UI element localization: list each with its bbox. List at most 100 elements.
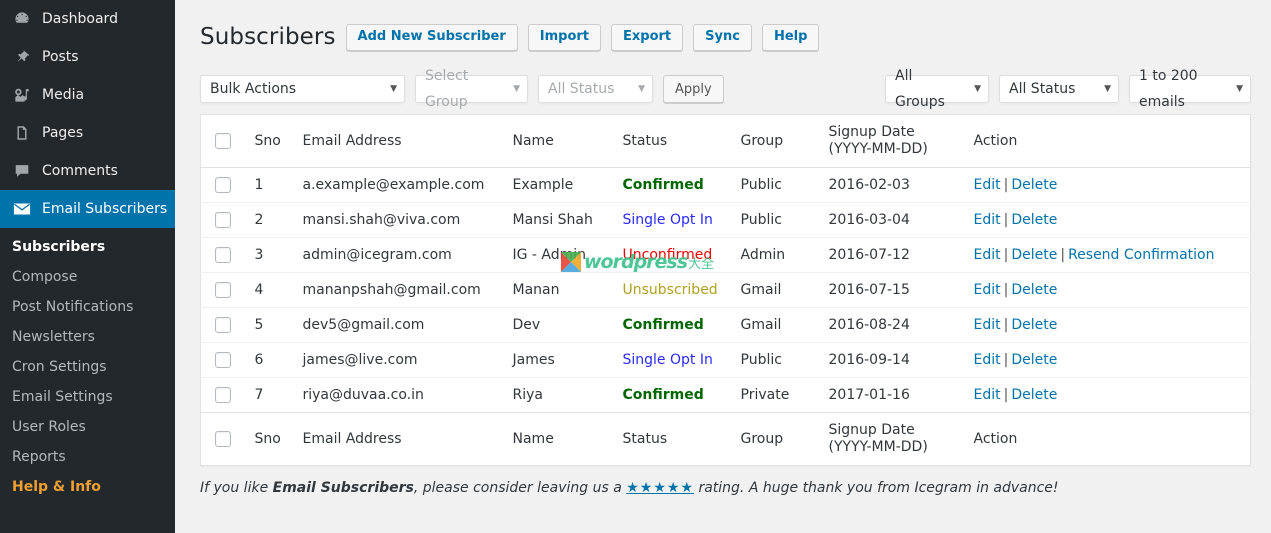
delete-link[interactable]: Delete [1011, 282, 1057, 298]
cell-action: Edit | Delete [964, 378, 1251, 413]
cell-sno: 1 [244, 167, 293, 203]
sync-button[interactable]: Sync [693, 23, 752, 51]
all-groups-value: All Groups [895, 68, 945, 110]
bulk-actions-value: Bulk Actions [210, 81, 297, 97]
sidebar-subitem-email-settings[interactable]: Email Settings [0, 382, 175, 412]
delete-link[interactable]: Delete [1011, 352, 1057, 368]
select-all-header [200, 114, 245, 168]
sidebar-item-pages[interactable]: Pages [0, 114, 175, 152]
sidebar-item-dashboard[interactable]: Dashboard [0, 0, 175, 38]
status-badge: Single Opt In [622, 212, 713, 228]
cell-action: Edit | Delete [963, 202, 1251, 238]
row-checkbox[interactable] [215, 387, 231, 403]
export-button[interactable]: Export [611, 23, 684, 51]
edit-link[interactable]: Edit [974, 387, 1001, 403]
cell-status: Confirmed [613, 378, 731, 413]
cell-status: Single Opt In [612, 342, 731, 378]
edit-link[interactable]: Edit [974, 247, 1001, 263]
rating-note-plugin-name: Email Subscribers [272, 480, 414, 496]
media-icon [12, 85, 32, 105]
delete-link[interactable]: Delete [1011, 317, 1057, 333]
cell-action: Edit | Delete | Resend Confirmation [963, 237, 1251, 273]
cell-signup-date: 2016-03-04 [818, 202, 964, 238]
cell-group: Public [730, 167, 819, 203]
sidebar-item-media[interactable]: Media [0, 76, 175, 114]
sidebar-subitem-subscribers[interactable]: Subscribers [0, 232, 175, 262]
sidebar-item-email-subscribers[interactable]: Email Subscribers [0, 190, 183, 228]
delete-link[interactable]: Delete [1011, 212, 1057, 228]
cell-group: Public [730, 202, 819, 238]
edit-link[interactable]: Edit [974, 177, 1001, 193]
col-header-email: Email Address [292, 114, 503, 168]
cell-status: Confirmed [612, 167, 731, 203]
select-status-select[interactable]: All Status ▼ [538, 75, 653, 103]
page-title: Subscribers [200, 23, 336, 50]
row-checkbox-cell [201, 378, 245, 413]
table-row: 4 mananpshah@gmail.com Manan Unsubscribed Gm… [200, 272, 1251, 308]
emails-range-select[interactable]: 1 to 200 emails ▼ [1129, 68, 1251, 110]
cell-status: Unconfirmed [612, 237, 731, 273]
table-toolbar: Bulk Actions ▼ Select Group ▼ All Status… [200, 68, 1251, 110]
row-checkbox[interactable] [215, 247, 231, 263]
row-checkbox[interactable] [215, 212, 231, 228]
sidebar-subitem-cron-settings[interactable]: Cron Settings [0, 352, 175, 382]
apply-button[interactable]: Apply [663, 75, 724, 103]
star-rating-link[interactable]: ★★★★★ [626, 480, 694, 496]
signup-date-line1: Signup Date [828, 422, 915, 438]
sidebar-subitem-reports[interactable]: Reports [0, 442, 175, 472]
table-footer-row: Sno Email Address Name Status Group Sign… [200, 412, 1251, 466]
sidebar-subitem-help-info[interactable]: Help & Info [0, 472, 175, 502]
delete-link[interactable]: Delete [1011, 387, 1057, 403]
cell-name: James [502, 342, 613, 378]
col-footer-email: Email Address [292, 412, 503, 466]
col-header-action: Action [963, 114, 1251, 168]
table-head: Sno Email Address Name Status Group Sign… [200, 114, 1251, 168]
select-all-checkbox-footer[interactable] [215, 431, 231, 447]
edit-link[interactable]: Edit [974, 282, 1001, 298]
col-footer-sno: Sno [244, 412, 293, 466]
all-groups-filter-select[interactable]: All Groups ▼ [885, 68, 989, 110]
sidebar-subitem-user-roles[interactable]: User Roles [0, 412, 175, 442]
all-status-filter-select[interactable]: All Status ▼ [999, 75, 1119, 103]
select-all-checkbox[interactable] [215, 133, 231, 149]
cell-signup-date: 2016-07-12 [818, 237, 964, 273]
row-checkbox[interactable] [215, 352, 231, 368]
row-checkbox[interactable] [215, 177, 231, 193]
table-row: 6 james@live.com James Single Opt In Public 2… [200, 342, 1251, 378]
cell-group: Private [740, 387, 790, 403]
dashboard-icon [12, 9, 32, 29]
help-button[interactable]: Help [761, 23, 820, 51]
sidebar-item-posts[interactable]: Posts [0, 38, 175, 76]
select-group-select[interactable]: Select Group ▼ [415, 68, 528, 110]
row-checkbox[interactable] [215, 317, 231, 333]
signup-date-line1: Signup Date [828, 124, 915, 140]
sidebar-subitem-post-notifications[interactable]: Post Notifications [0, 292, 175, 322]
cell-signup-date: 2016-02-03 [818, 167, 964, 203]
row-checkbox[interactable] [215, 282, 231, 298]
cell-action: Edit | Delete [963, 272, 1251, 308]
row-checkbox-cell [200, 202, 245, 238]
delete-link[interactable]: Delete [1011, 177, 1057, 193]
chevron-down-icon: ▼ [1236, 84, 1243, 94]
row-checkbox-cell [200, 307, 245, 343]
sidebar-subitem-newsletters[interactable]: Newsletters [0, 322, 175, 352]
main-content: Subscribers Add New Subscriber Import Ex… [175, 0, 1271, 533]
add-new-subscriber-button[interactable]: Add New Subscriber [345, 23, 518, 51]
table-toolbar-right: All Groups ▼ All Status ▼ 1 to 200 email… [885, 68, 1251, 110]
cell-group: Admin [730, 237, 819, 273]
status-badge: Single Opt In [622, 352, 713, 368]
import-button[interactable]: Import [527, 23, 601, 51]
col-header-status: Status [612, 114, 731, 168]
col-footer-action: Action [963, 412, 1251, 466]
cell-group: Public [730, 342, 819, 378]
bulk-actions-select[interactable]: Bulk Actions ▼ [200, 75, 405, 103]
sidebar-subitem-compose[interactable]: Compose [0, 262, 175, 292]
delete-link[interactable]: Delete [1011, 247, 1057, 263]
table-header-row: Sno Email Address Name Status Group Sign… [200, 114, 1251, 168]
edit-link[interactable]: Edit [974, 352, 1001, 368]
sidebar-item-comments[interactable]: Comments [0, 152, 175, 190]
sidebar-item-label: Email Subscribers [42, 201, 168, 217]
edit-link[interactable]: Edit [974, 317, 1001, 333]
resend-confirmation-link[interactable]: Resend Confirmation [1068, 247, 1214, 263]
edit-link[interactable]: Edit [974, 212, 1001, 228]
